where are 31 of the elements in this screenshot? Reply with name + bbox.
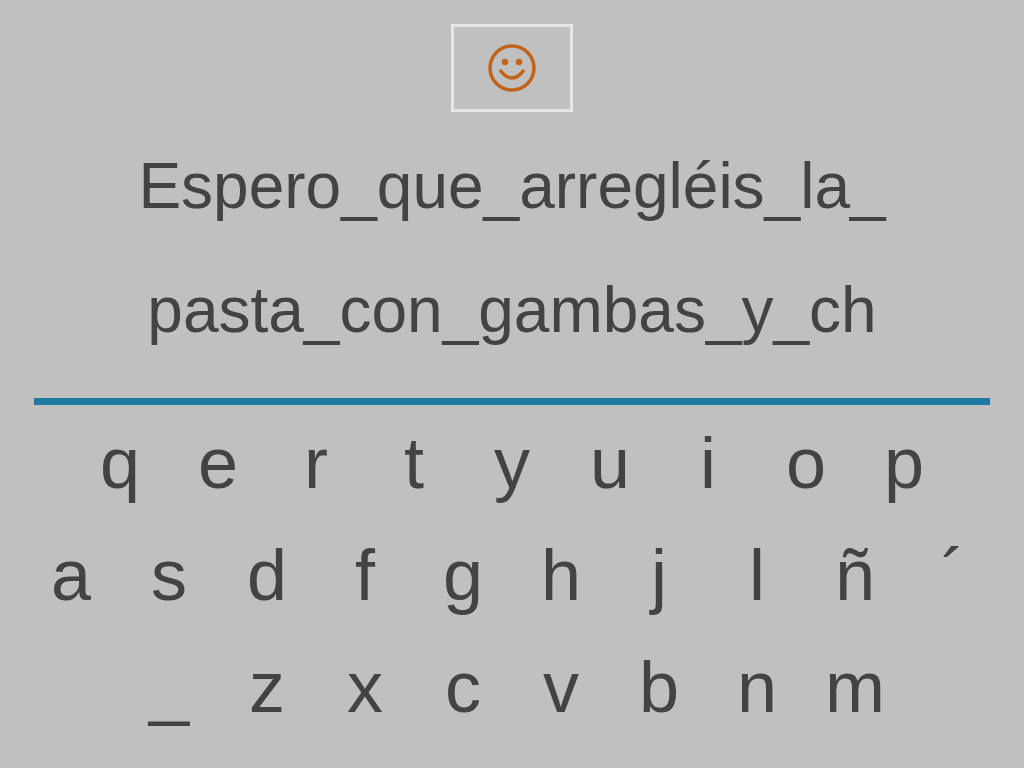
letter-key[interactable]: z <box>218 637 316 737</box>
letter-key[interactable]: t <box>365 413 463 513</box>
letter-key[interactable]: ´ <box>904 525 1002 625</box>
letter-key[interactable]: p <box>855 413 953 513</box>
letter-key[interactable]: c <box>414 637 512 737</box>
letter-key[interactable]: i <box>659 413 757 513</box>
letter-key[interactable]: a <box>22 525 120 625</box>
letter-key[interactable]: m <box>806 637 904 737</box>
letter-key[interactable]: x <box>316 637 414 737</box>
letter-key[interactable]: q <box>71 413 169 513</box>
letter-key[interactable]: h <box>512 525 610 625</box>
smiley-icon <box>487 43 537 93</box>
letter-key[interactable]: u <box>561 413 659 513</box>
letter-key[interactable]: y <box>463 413 561 513</box>
letter-key[interactable]: s <box>120 525 218 625</box>
letter-key[interactable]: e <box>169 413 267 513</box>
letter-key[interactable]: v <box>512 637 610 737</box>
phrase-text: pasta_con_gambas_y_ch <box>147 273 877 348</box>
letter-key[interactable]: ñ <box>806 525 904 625</box>
letter-key[interactable]: f <box>316 525 414 625</box>
hint-button[interactable] <box>451 24 573 112</box>
letter-key[interactable]: j <box>610 525 708 625</box>
letter-key[interactable]: r <box>267 413 365 513</box>
letter-key[interactable]: b <box>610 637 708 737</box>
letter-key[interactable]: g <box>414 525 512 625</box>
letter-key[interactable]: _ <box>120 637 218 737</box>
letter-key[interactable]: o <box>757 413 855 513</box>
letter-key[interactable]: l <box>708 525 806 625</box>
letter-key[interactable]: d <box>218 525 316 625</box>
letter-key[interactable]: n <box>708 637 806 737</box>
phrase-text: Espero_que_arregléis_la_ <box>138 149 886 224</box>
